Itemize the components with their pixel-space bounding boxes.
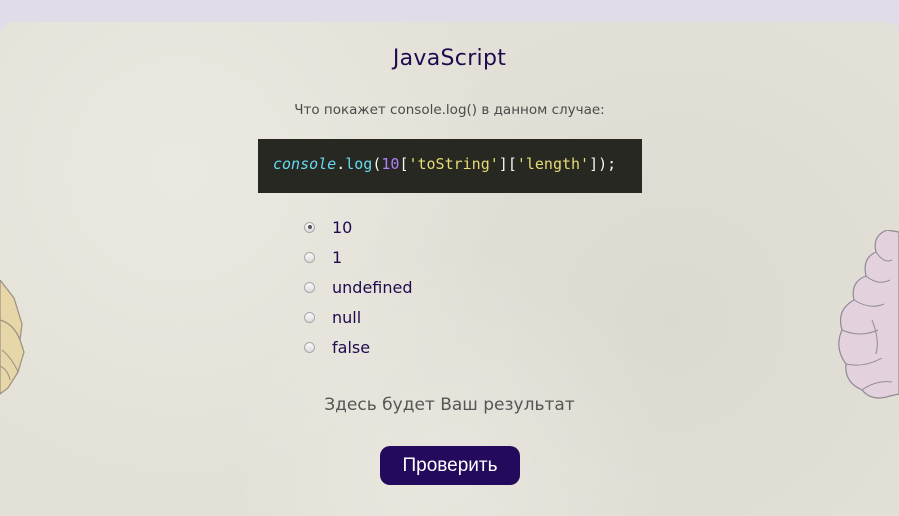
code-bracket-close-2: ] bbox=[589, 155, 599, 173]
radio-button-10[interactable] bbox=[304, 221, 315, 233]
code-snippet: console.log(10['toString']['length']); bbox=[258, 139, 642, 193]
code-object: console bbox=[273, 155, 337, 173]
option-label: 1 bbox=[332, 247, 343, 267]
hand-illustration-icon bbox=[0, 280, 25, 395]
radio-button-undefined[interactable] bbox=[304, 281, 315, 293]
check-answer-button[interactable]: Проверить bbox=[380, 446, 520, 485]
answer-option-undefined[interactable]: undefined bbox=[304, 272, 413, 302]
answer-options: 10 1 undefined null false bbox=[304, 212, 413, 362]
quiz-title: JavaScript bbox=[392, 46, 507, 71]
brain-illustration-icon bbox=[838, 230, 899, 399]
quiz-card: JavaScript Что покажет console.log() в д… bbox=[0, 22, 899, 516]
code-dot: . bbox=[336, 155, 346, 173]
code-string-1: 'toString' bbox=[408, 155, 499, 173]
code-number: 10 bbox=[381, 155, 400, 173]
option-label: false bbox=[332, 337, 371, 357]
code-string-2: 'length' bbox=[516, 155, 590, 173]
code-method: log bbox=[345, 155, 373, 173]
radio-button-false[interactable] bbox=[304, 341, 315, 353]
radio-button-1[interactable] bbox=[304, 251, 315, 263]
answer-option-null[interactable]: null bbox=[304, 302, 413, 332]
code-bracket-close-1: ] bbox=[498, 155, 508, 173]
option-label: undefined bbox=[332, 277, 413, 297]
question-text: Что покажет console.log() в данном случа… bbox=[294, 102, 605, 118]
radio-button-null[interactable] bbox=[304, 311, 315, 323]
code-bracket-open-2: [ bbox=[507, 155, 517, 173]
option-label: 10 bbox=[332, 217, 353, 237]
browser-frame: JavaScript Что покажет console.log() в д… bbox=[0, 0, 899, 516]
code-close: ); bbox=[598, 155, 617, 173]
answer-option-1[interactable]: 1 bbox=[304, 242, 413, 272]
option-label: null bbox=[332, 307, 362, 327]
result-text: Здесь будет Ваш результат bbox=[324, 395, 575, 415]
answer-option-10[interactable]: 10 bbox=[304, 212, 413, 242]
answer-option-false[interactable]: false bbox=[304, 332, 413, 362]
